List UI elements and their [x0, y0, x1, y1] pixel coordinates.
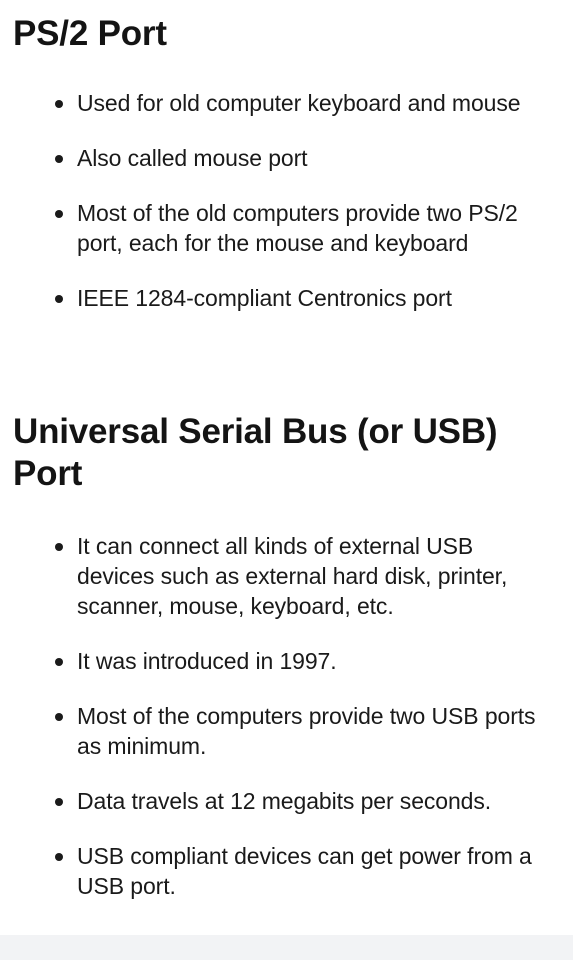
list-item: Most of the computers provide two USB po… [0, 701, 573, 761]
usb-port-bullet-list: It can connect all kinds of external USB… [0, 531, 573, 926]
page-footer-strip [0, 935, 573, 960]
list-item: Also called mouse port [0, 143, 573, 173]
list-item: Used for old computer keyboard and mouse [0, 88, 573, 118]
document-page: PS/2 Port Used for old computer keyboard… [0, 0, 573, 935]
list-item: Most of the old computers provide two PS… [0, 198, 573, 258]
section-heading-ps2-port: PS/2 Port [13, 14, 167, 53]
section-heading-usb-port: Universal Serial Bus (or USB) Port [13, 412, 498, 493]
list-item: Data travels at 12 megabits per seconds. [0, 786, 573, 816]
ps2-port-bullet-list: Used for old computer keyboard and mouse… [0, 88, 573, 338]
list-item: It can connect all kinds of external USB… [0, 531, 573, 621]
list-item: USB compliant devices can get power from… [0, 841, 573, 901]
list-item: IEEE 1284-compliant Centronics port [0, 283, 573, 313]
list-item: It was introduced in 1997. [0, 646, 573, 676]
